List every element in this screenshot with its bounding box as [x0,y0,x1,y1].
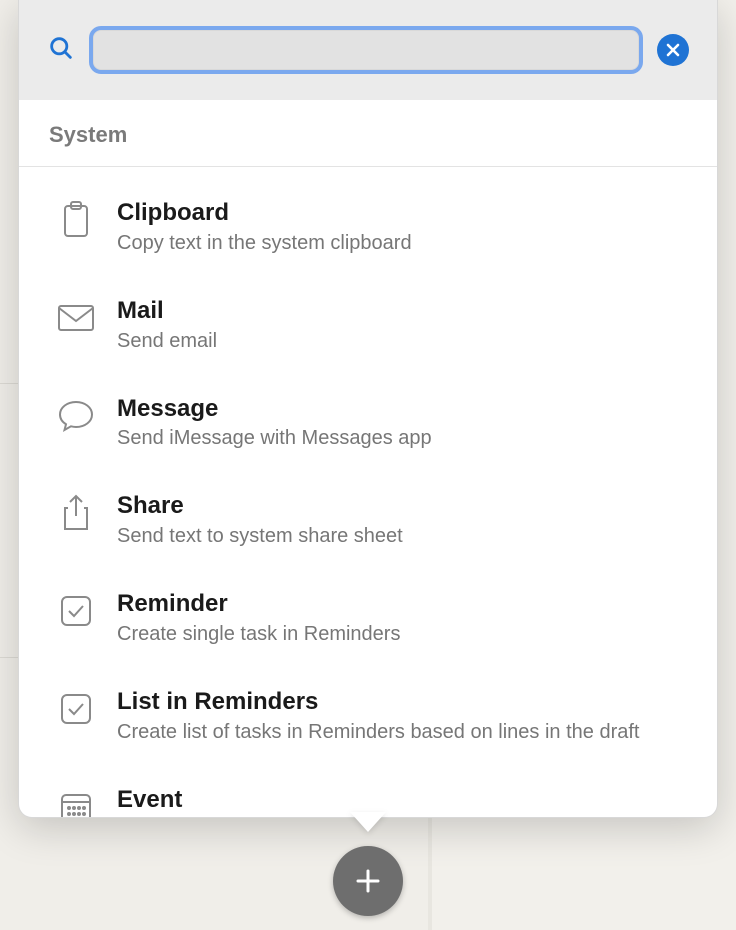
action-title: Mail [117,297,687,326]
calendar-icon [57,788,95,817]
share-icon [57,494,95,532]
action-desc: Copy text in the system clipboard [117,230,687,257]
clear-search-button[interactable] [657,34,689,66]
action-desc: Create list of tasks in Reminders based … [117,719,687,746]
search-bar [19,0,717,100]
message-icon [57,397,95,435]
action-desc: Send text to system share sheet [117,523,687,550]
clipboard-icon [57,201,95,239]
reminder-icon [57,592,95,630]
search-input[interactable] [89,26,643,74]
mail-icon [57,299,95,337]
action-clipboard[interactable]: Clipboard Copy text in the system clipbo… [19,179,717,277]
section-header: System [19,100,717,167]
action-list-in-reminders[interactable]: List in Reminders Create list of tasks i… [19,668,717,766]
action-desc: Send iMessage with Messages app [117,425,687,452]
action-mail[interactable]: Mail Send email [19,277,717,375]
action-desc: Create single task in Reminders [117,621,687,648]
action-desc: Send email [117,328,687,355]
action-list: Clipboard Copy text in the system clipbo… [19,167,717,817]
action-title: Share [117,492,687,521]
action-share[interactable]: Share Send text to system share sheet [19,472,717,570]
action-title: List in Reminders [117,688,687,717]
add-action-button[interactable] [333,846,403,916]
action-message[interactable]: Message Send iMessage with Messages app [19,375,717,473]
action-title: Reminder [117,590,687,619]
popover-pointer [350,812,386,832]
action-reminder[interactable]: Reminder Create single task in Reminders [19,570,717,668]
action-picker-popover: System Clipboard Copy text in the system… [18,0,718,818]
action-title: Clipboard [117,199,687,228]
action-title: Message [117,395,687,424]
search-icon [47,34,75,67]
action-title: Event [117,786,687,815]
reminder-icon [57,690,95,728]
section-title: System [49,122,687,148]
action-event[interactable]: Event Create calendar event using system… [19,766,717,817]
